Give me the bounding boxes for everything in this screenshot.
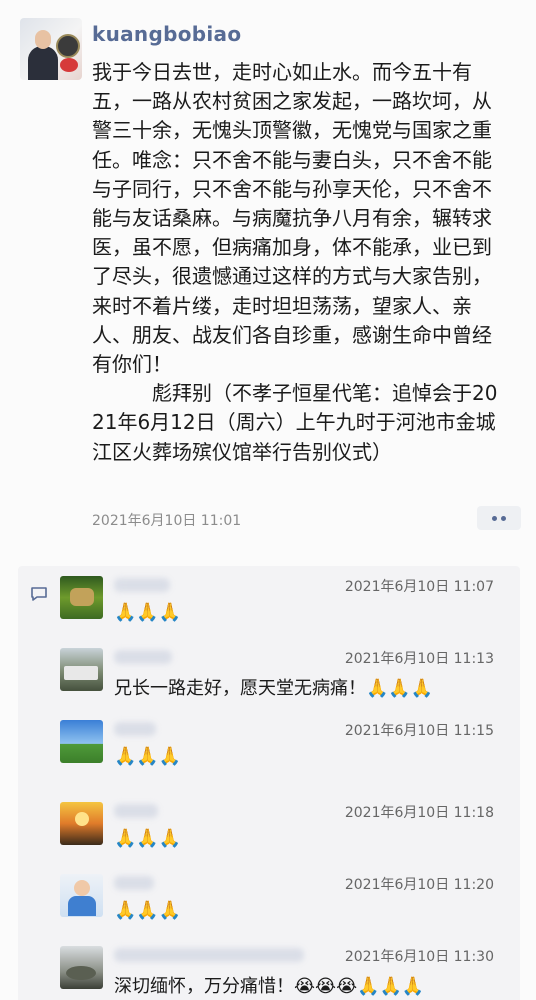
commenter-avatar[interactable]	[60, 648, 103, 691]
comment-time: 2021年6月10日 11:18	[344, 805, 494, 821]
comment-text: 深切缅怀，万分痛惜！😭😭😭🙏🙏🙏	[114, 976, 425, 997]
comment-time: 2021年6月10日 11:30	[344, 949, 494, 965]
comment-time: 2021年6月10日 11:15	[344, 723, 494, 739]
avatar-suit	[28, 46, 58, 80]
comment-time: 2021年6月10日 11:20	[344, 877, 494, 893]
poster-username[interactable]: kuangbobiao	[92, 22, 241, 46]
commenter-avatar[interactable]	[60, 720, 103, 763]
commenter-avatar[interactable]	[60, 576, 103, 619]
comment-text: 🙏🙏🙏	[114, 746, 182, 767]
commenter-name-redacted[interactable]	[114, 876, 154, 890]
more-options-button[interactable]	[477, 506, 521, 530]
more-dots-icon	[492, 515, 497, 521]
comment-text: 🙏🙏🙏	[114, 900, 182, 921]
moments-post: kuangbobiao 我于今日去世，走时心如止水。而今五十有五，一路从农村贫困…	[0, 0, 536, 560]
poster-avatar[interactable]	[20, 18, 82, 80]
commenter-avatar[interactable]	[60, 802, 103, 845]
comment-bubble-icon	[31, 587, 47, 601]
avatar-emblem	[56, 34, 80, 58]
commenter-name-redacted[interactable]	[114, 722, 156, 736]
commenter-name-redacted[interactable]	[114, 948, 304, 962]
comments-section: 2021年6月10日 11:07 🙏🙏🙏 2021年6月10日 11:13 兄长…	[18, 566, 520, 1000]
avatar-red-flower	[60, 58, 78, 72]
commenter-name-redacted[interactable]	[114, 650, 172, 664]
comment-text: 🙏🙏🙏	[114, 828, 182, 849]
comment-time: 2021年6月10日 11:07	[344, 579, 494, 595]
comment-time: 2021年6月10日 11:13	[344, 651, 494, 667]
commenter-name-redacted[interactable]	[114, 578, 170, 592]
comment-text: 🙏🙏🙏	[114, 602, 182, 623]
post-body-text: 我于今日去世，走时心如止水。而今五十有五，一路从农村贫困之家发起，一路坎坷，从警…	[92, 60, 498, 464]
post-timestamp: 2021年6月10日 11:01	[92, 513, 242, 529]
comment-text: 兄长一路走好，愿天堂无病痛！🙏🙏🙏	[114, 678, 434, 699]
more-dots-icon	[501, 515, 506, 521]
avatar-face	[35, 30, 51, 49]
commenter-avatar[interactable]	[60, 874, 103, 917]
commenter-name-redacted[interactable]	[114, 804, 158, 818]
commenter-avatar[interactable]	[60, 946, 103, 989]
